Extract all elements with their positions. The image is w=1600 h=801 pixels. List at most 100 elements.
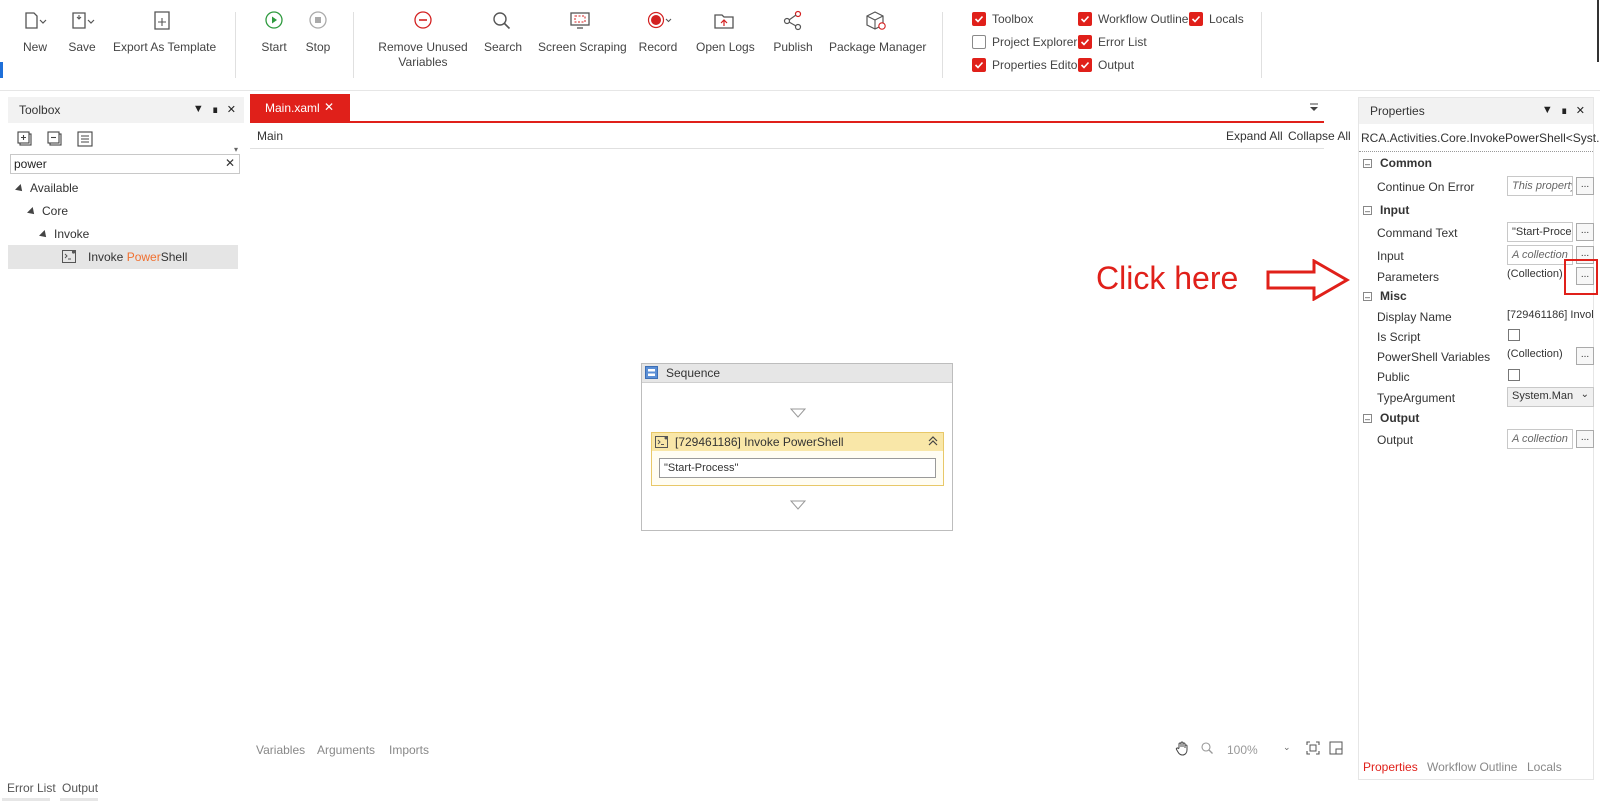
expand-all-icon[interactable] <box>16 130 34 148</box>
start-label: Start <box>261 40 287 54</box>
pan-hand-icon[interactable] <box>1174 740 1190 759</box>
toolbox-search-box[interactable]: ✕ <box>10 154 240 174</box>
category-input[interactable]: – Input <box>1363 200 1600 220</box>
is-script-checkbox[interactable] <box>1508 329 1520 341</box>
stop-button[interactable]: Stop <box>303 8 333 55</box>
collapse-activity-icon[interactable] <box>927 435 939 450</box>
toggle-error-list[interactable]: Error List <box>1078 33 1147 51</box>
checkbox-project-explorer[interactable] <box>972 35 986 49</box>
tree-node-available[interactable]: Available <box>15 181 78 195</box>
category-output-label: Output <box>1380 411 1420 425</box>
collapse-category-icon[interactable]: – <box>1363 291 1372 301</box>
collapse-category-icon[interactable]: – <box>1363 413 1372 423</box>
command-text-field[interactable]: "Start-Process" <box>659 458 936 478</box>
dropdown-icon[interactable]: ▼ <box>193 103 204 116</box>
continue-on-error-field[interactable]: This property <box>1507 176 1573 196</box>
tab-properties[interactable]: Properties <box>1363 760 1418 774</box>
tab-workflow-outline[interactable]: Workflow Outline <box>1427 760 1517 774</box>
zoom-dropdown-icon[interactable]: ⌄ <box>1283 742 1291 753</box>
display-name-field[interactable]: [729461186] Invoke PowerShell <box>1507 306 1593 326</box>
collapse-arrow-icon[interactable] <box>15 183 25 194</box>
zoom-level[interactable]: 100% <box>1227 743 1258 757</box>
tree-item-invoke-powershell[interactable]: Invoke PowerShell <box>8 245 238 269</box>
pin-icon[interactable]: ∎ <box>212 103 219 116</box>
close-icon[interactable]: ✕ <box>227 103 236 116</box>
dropdown-icon[interactable]: ▼ <box>1542 104 1553 117</box>
collapse-category-icon[interactable]: – <box>1363 205 1372 215</box>
variables-tab[interactable]: Variables <box>256 743 305 757</box>
breadcrumb[interactable]: Main <box>257 129 283 143</box>
prop-powershell-variables: PowerShell Variables (Collection) ... <box>1377 346 1594 368</box>
checkbox-toolbox[interactable] <box>972 12 986 26</box>
ellipsis-button[interactable]: ... <box>1576 223 1594 241</box>
category-misc[interactable]: – Misc <box>1363 286 1600 306</box>
expand-all-link[interactable]: Expand All <box>1226 129 1283 143</box>
checkbox-properties-editor[interactable] <box>972 58 986 72</box>
search-button[interactable]: Search <box>484 8 522 55</box>
remove-unused-variables-button[interactable]: Remove Unused Variables <box>378 8 468 70</box>
output-field[interactable]: A collection <box>1507 429 1573 449</box>
open-logs-button[interactable]: Open Logs <box>696 8 755 55</box>
ellipsis-button[interactable]: ... <box>1576 347 1594 365</box>
toggle-project-explorer[interactable]: Project Explorer <box>972 33 1077 51</box>
checkbox-locals[interactable] <box>1189 12 1203 26</box>
zoom-icon[interactable] <box>1200 741 1214 758</box>
ribbon-separator <box>942 12 943 78</box>
tab-overflow-icon[interactable] <box>1308 102 1320 112</box>
tab-main-xaml[interactable]: Main.xaml ✕ <box>250 94 350 121</box>
export-template-button[interactable]: Export As Template <box>113 8 216 55</box>
publish-button[interactable]: Publish <box>772 8 814 55</box>
ellipsis-button[interactable]: ... <box>1576 430 1594 448</box>
category-common[interactable]: – Common <box>1363 153 1600 173</box>
close-icon[interactable]: ✕ <box>1576 104 1585 117</box>
toggle-toolbox[interactable]: Toolbox <box>972 10 1033 28</box>
screen-scraping-button[interactable]: Screen Scraping <box>538 8 627 55</box>
fit-to-screen-icon[interactable] <box>1306 741 1320 758</box>
prop-name: Output <box>1377 433 1414 447</box>
pin-icon[interactable]: ∎ <box>1561 104 1568 117</box>
ellipsis-button[interactable]: ... <box>1576 177 1594 195</box>
toggle-locals[interactable]: Locals <box>1189 10 1244 28</box>
package-manager-button[interactable]: Package Manager <box>829 8 926 55</box>
imports-tab[interactable]: Imports <box>389 743 429 757</box>
toggle-output[interactable]: Output <box>1078 56 1134 74</box>
prop-name: Input <box>1377 249 1404 263</box>
close-tab-icon[interactable]: ✕ <box>324 100 334 114</box>
invoke-powershell-activity[interactable]: [729461186] Invoke PowerShell "Start-Pro… <box>651 432 944 486</box>
drop-target-arrow-icon[interactable] <box>789 499 807 513</box>
tab-output[interactable]: Output <box>62 781 98 795</box>
collapse-arrow-icon[interactable] <box>27 206 37 217</box>
start-button[interactable]: Start <box>259 8 289 55</box>
category-output[interactable]: – Output <box>1363 408 1600 428</box>
public-checkbox[interactable] <box>1508 369 1520 381</box>
scroll-more-icon[interactable]: ▾ <box>234 145 238 154</box>
collapse-category-icon[interactable]: – <box>1363 158 1372 168</box>
tree-node-core[interactable]: Core <box>27 204 68 218</box>
command-text-field[interactable]: "Start-Process" <box>1507 222 1573 242</box>
clear-search-icon[interactable]: ✕ <box>225 156 235 170</box>
checkbox-workflow-outline[interactable] <box>1078 12 1092 26</box>
toggle-workflow-outline[interactable]: Workflow Outline <box>1078 10 1188 28</box>
checkbox-output[interactable] <box>1078 58 1092 72</box>
collapse-arrow-icon[interactable] <box>39 229 49 240</box>
sequence-activity[interactable]: Sequence [729461186] Invoke PowerShell "… <box>641 363 953 531</box>
type-argument-select[interactable]: System.Man ⌄ <box>1507 387 1594 407</box>
list-view-icon[interactable] <box>76 130 94 148</box>
arguments-tab[interactable]: Arguments <box>317 743 375 757</box>
tab-locals[interactable]: Locals <box>1527 760 1562 774</box>
toolbox-search-input[interactable] <box>14 156 214 172</box>
record-button[interactable]: Record <box>638 8 678 55</box>
new-label: New <box>22 40 47 54</box>
toggle-properties-editor[interactable]: Properties Editor <box>972 56 1081 74</box>
overview-map-icon[interactable] <box>1329 741 1343 758</box>
collapse-all-icon[interactable] <box>46 130 64 148</box>
checkbox-error-list[interactable] <box>1078 35 1092 49</box>
tab-error-list[interactable]: Error List <box>7 781 56 795</box>
collapse-all-link[interactable]: Collapse All <box>1288 129 1351 143</box>
tree-node-invoke[interactable]: Invoke <box>39 227 89 241</box>
new-button[interactable]: New <box>18 8 52 55</box>
drop-target-arrow-icon[interactable] <box>789 407 807 421</box>
stop-icon <box>305 8 331 34</box>
screen-scraping-icon <box>567 8 593 34</box>
save-button[interactable]: Save <box>65 8 99 55</box>
